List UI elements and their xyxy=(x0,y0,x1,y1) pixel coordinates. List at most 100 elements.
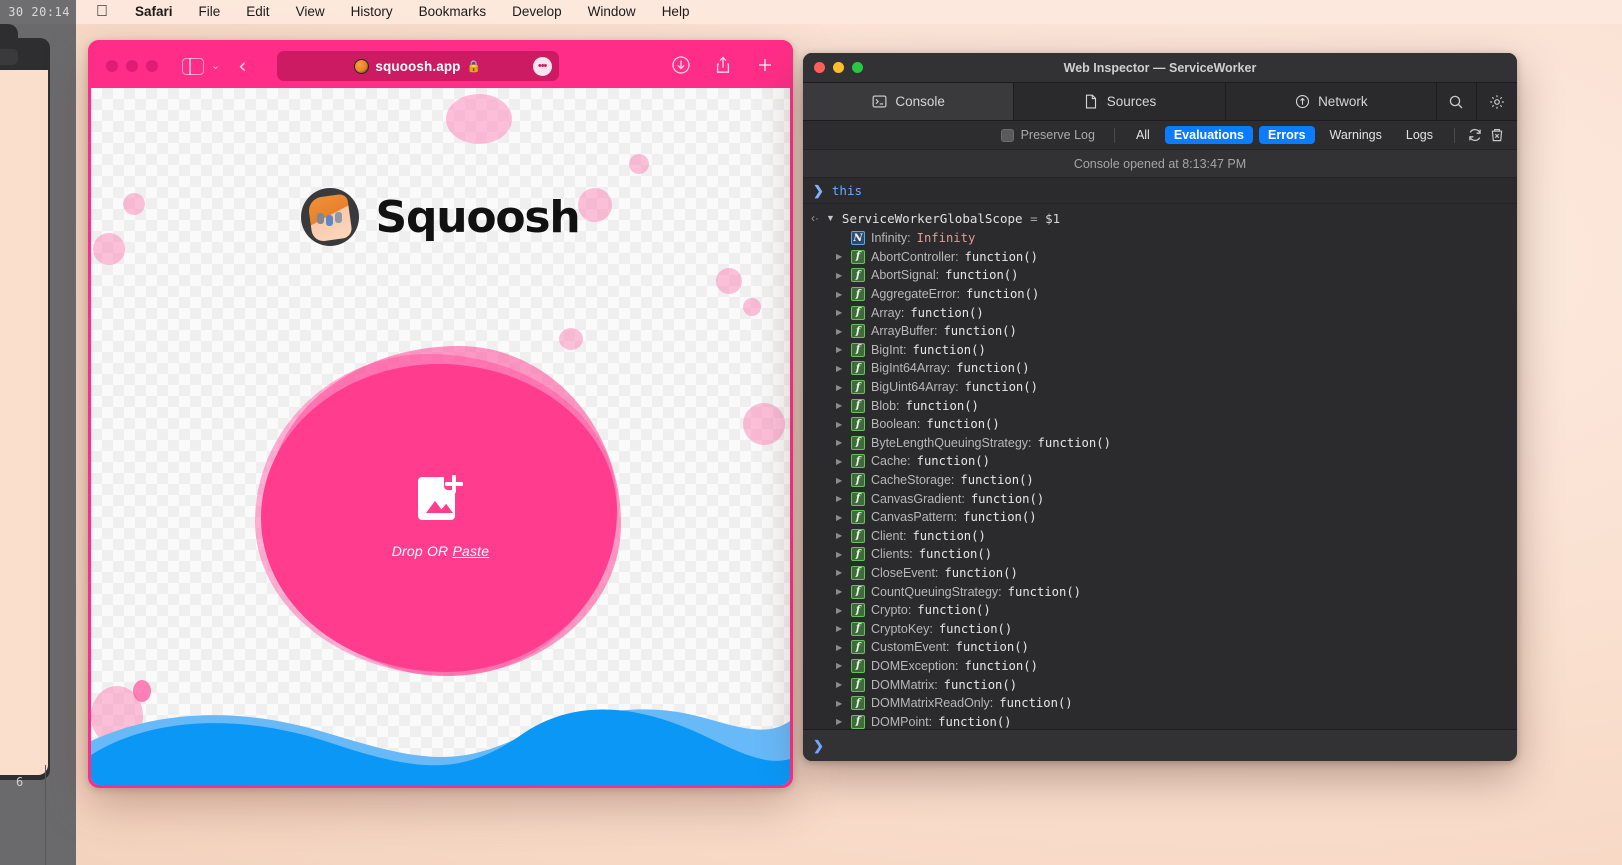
disclosure-triangle-icon[interactable]: ▶ xyxy=(836,327,845,336)
filter-all[interactable]: All xyxy=(1127,126,1159,144)
property-row[interactable]: ▶fAbortSignal:function() xyxy=(803,266,1517,285)
disclosure-triangle-icon[interactable]: ▶ xyxy=(836,457,845,466)
property-row[interactable]: ▶fDOMException:function() xyxy=(803,657,1517,676)
property-row[interactable]: ▶fCrypto:function() xyxy=(803,601,1517,620)
close-button[interactable] xyxy=(106,60,118,72)
disclosure-triangle-icon[interactable]: ▶ xyxy=(836,717,845,726)
disclosure-triangle-icon[interactable]: ▶ xyxy=(836,680,845,689)
minimize-button[interactable] xyxy=(126,60,138,72)
disclosure-triangle-icon[interactable]: ▶ xyxy=(836,345,845,354)
disclosure-triangle-icon[interactable]: ▶ xyxy=(836,290,845,299)
property-row[interactable]: NInfinity:Infinity xyxy=(803,229,1517,248)
property-list[interactable]: NInfinity:Infinity▶fAbortController:func… xyxy=(803,229,1517,729)
disclosure-triangle-icon[interactable]: ▶ xyxy=(836,308,845,317)
safari-window[interactable]: ⌄ ‹ squoosh.app 🔒 ••• xyxy=(88,40,793,788)
property-row[interactable]: ▶fDOMPoint:function() xyxy=(803,712,1517,729)
property-row[interactable]: ▶fAggregateError:function() xyxy=(803,285,1517,304)
tab-console[interactable]: Console xyxy=(803,83,1014,120)
inspector-close-button[interactable] xyxy=(814,62,825,73)
console-output[interactable]: ❯ this ‹· ▼ ServiceWorkerGlobalScope = $… xyxy=(803,178,1517,729)
squoosh-page[interactable]: Squoosh Drop OR Paste xyxy=(91,88,790,785)
inspector-maximize-button[interactable] xyxy=(852,62,863,73)
address-bar[interactable]: squoosh.app 🔒 ••• xyxy=(277,51,559,81)
inspector-search-button[interactable] xyxy=(1437,83,1477,120)
menu-item-history[interactable]: History xyxy=(338,0,406,24)
disclosure-triangle-icon[interactable]: ▶ xyxy=(836,383,845,392)
menu-item-edit[interactable]: Edit xyxy=(233,0,282,24)
disclosure-triangle-icon[interactable]: ▶ xyxy=(836,476,845,485)
menu-item-develop[interactable]: Develop xyxy=(499,0,575,24)
console-input-prompt[interactable]: ❯ xyxy=(803,729,1517,761)
menu-item-file[interactable]: File xyxy=(186,0,234,24)
disclosure-triangle-icon[interactable]: ▶ xyxy=(836,438,845,447)
result-header[interactable]: ‹· ▼ ServiceWorkerGlobalScope = $1 xyxy=(803,207,1517,229)
property-row[interactable]: ▶fBigInt:function() xyxy=(803,341,1517,360)
drop-zone[interactable]: Drop OR Paste xyxy=(255,346,627,686)
inspector-settings-button[interactable] xyxy=(1477,83,1517,120)
property-row[interactable]: ▶fCanvasPattern:function() xyxy=(803,508,1517,527)
reader-mode-button[interactable]: ••• xyxy=(533,57,552,76)
property-row[interactable]: ▶fClients:function() xyxy=(803,545,1517,564)
refresh-icon[interactable] xyxy=(1464,127,1486,143)
preserve-log-checkbox[interactable] xyxy=(1001,129,1014,142)
background-window-stack[interactable]: 6 xyxy=(0,0,76,865)
disclosure-triangle-icon[interactable]: ▶ xyxy=(836,643,845,652)
maximize-button[interactable] xyxy=(146,60,158,72)
filter-errors[interactable]: Errors xyxy=(1259,126,1315,144)
property-row[interactable]: ▶fAbortController:function() xyxy=(803,248,1517,267)
menu-item-window[interactable]: Window xyxy=(575,0,649,24)
property-row[interactable]: ▶fCountQueuingStrategy:function() xyxy=(803,582,1517,601)
menu-item-bookmarks[interactable]: Bookmarks xyxy=(406,0,500,24)
filter-logs[interactable]: Logs xyxy=(1397,126,1442,144)
tab-sources[interactable]: Sources xyxy=(1014,83,1225,120)
share-icon[interactable] xyxy=(713,55,733,78)
disclosure-triangle-icon[interactable]: ▶ xyxy=(836,661,845,670)
disclosure-triangle-icon[interactable]: ▼ xyxy=(826,213,835,223)
web-inspector-window[interactable]: Web Inspector — ServiceWorker Console So… xyxy=(803,53,1517,761)
filter-warnings[interactable]: Warnings xyxy=(1321,126,1391,144)
tab-network[interactable]: Network xyxy=(1226,83,1437,120)
paste-link[interactable]: Paste xyxy=(452,543,489,559)
console-evaluation-entry[interactable]: ❯ this xyxy=(803,178,1517,204)
property-row[interactable]: ▶fCache:function() xyxy=(803,452,1517,471)
inspector-minimize-button[interactable] xyxy=(833,62,844,73)
property-row[interactable]: ▶fBigInt64Array:function() xyxy=(803,359,1517,378)
property-row[interactable]: ▶fArrayBuffer:function() xyxy=(803,322,1517,341)
disclosure-triangle-icon[interactable]: ▶ xyxy=(836,606,845,615)
property-row[interactable]: ▶fCryptoKey:function() xyxy=(803,619,1517,638)
trash-icon[interactable] xyxy=(1486,127,1508,143)
property-row[interactable]: ▶fDOMMatrix:function() xyxy=(803,675,1517,694)
disclosure-triangle-icon[interactable]: ▶ xyxy=(836,271,845,280)
menu-item-safari[interactable]: Safari xyxy=(122,0,186,24)
disclosure-triangle-icon[interactable]: ▶ xyxy=(836,550,845,559)
disclosure-triangle-icon[interactable]: ▶ xyxy=(836,494,845,503)
new-tab-icon[interactable] xyxy=(755,55,775,78)
property-row[interactable]: ▶fBlob:function() xyxy=(803,396,1517,415)
property-row[interactable]: ▶fBigUint64Array:function() xyxy=(803,378,1517,397)
back-icon[interactable]: ‹ xyxy=(238,56,246,77)
menu-item-view[interactable]: View xyxy=(283,0,338,24)
menu-item-help[interactable]: Help xyxy=(649,0,703,24)
disclosure-triangle-icon[interactable]: ▶ xyxy=(836,252,845,261)
property-row[interactable]: ▶fClient:function() xyxy=(803,527,1517,546)
downloads-icon[interactable] xyxy=(671,55,691,78)
sidebar-toggle-icon[interactable] xyxy=(182,58,204,75)
disclosure-triangle-icon[interactable]: ▶ xyxy=(836,587,845,596)
property-row[interactable]: ▶fCacheStorage:function() xyxy=(803,471,1517,490)
property-row[interactable]: ▶fCustomEvent:function() xyxy=(803,638,1517,657)
disclosure-triangle-icon[interactable]: ▶ xyxy=(836,513,845,522)
property-row[interactable]: ▶fDOMMatrixReadOnly:function() xyxy=(803,694,1517,713)
disclosure-triangle-icon[interactable]: ▶ xyxy=(836,699,845,708)
disclosure-triangle-icon[interactable]: ▶ xyxy=(836,420,845,429)
disclosure-triangle-icon[interactable]: ▶ xyxy=(836,624,845,633)
disclosure-triangle-icon[interactable]: ▶ xyxy=(836,401,845,410)
disclosure-triangle-icon[interactable]: ▶ xyxy=(836,568,845,577)
apple-logo-icon[interactable]:  xyxy=(88,0,122,24)
property-row[interactable]: ▶fArray:function() xyxy=(803,303,1517,322)
property-row[interactable]: ▶fBoolean:function() xyxy=(803,415,1517,434)
disclosure-triangle-icon[interactable]: ▶ xyxy=(836,531,845,540)
console-result-entry[interactable]: ‹· ▼ ServiceWorkerGlobalScope = $1 NInfi… xyxy=(803,204,1517,729)
drop-zone-content[interactable]: Drop OR Paste xyxy=(255,346,627,686)
property-row[interactable]: ▶fCloseEvent:function() xyxy=(803,564,1517,583)
preserve-log-toggle[interactable]: Preserve Log xyxy=(1001,128,1095,142)
